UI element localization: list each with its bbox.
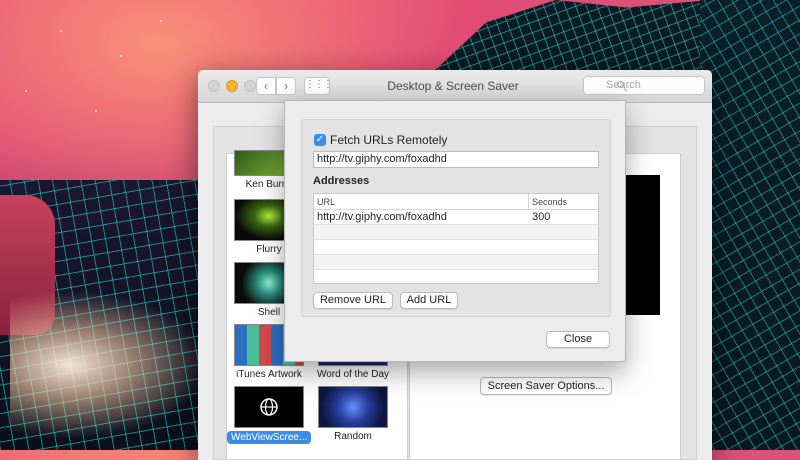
table-row-empty	[314, 240, 598, 255]
wallpaper-hill	[430, 0, 710, 75]
wallpaper-star	[25, 90, 27, 92]
titlebar: ‹ › ⋮⋮⋮ Desktop & Screen Saver Search	[198, 70, 712, 103]
screensaver-label: iTunes Artwork	[236, 369, 302, 380]
wallpaper-headlight	[10, 290, 210, 440]
screensaver-item[interactable]: Random	[311, 386, 395, 442]
forward-button[interactable]: ›	[276, 77, 296, 95]
screensaver-item-selected[interactable]: WebViewScree...	[227, 386, 312, 444]
screensaver-label-selected: WebViewScree...	[227, 431, 312, 444]
column-header-seconds[interactable]: Seconds	[529, 194, 598, 210]
screensaver-label: Word of the Day	[316, 369, 390, 380]
table-row-empty	[314, 255, 598, 270]
row-url: http://tv.giphy.com/foxadhd	[317, 211, 447, 223]
wallpaper-star	[95, 110, 97, 112]
table-row-empty	[314, 270, 598, 283]
wallpaper-star	[160, 20, 162, 22]
wallpaper-star	[120, 55, 122, 57]
table-row-empty	[314, 225, 598, 240]
screen-saver-options-button[interactable]: Screen Saver Options...	[480, 377, 612, 395]
search-field[interactable]: Search	[583, 76, 705, 95]
webview-thumbnail	[234, 386, 304, 428]
back-button[interactable]: ‹	[256, 77, 276, 95]
remote-url-input[interactable]: http://tv.giphy.com/foxadhd	[313, 151, 599, 168]
close-window-icon[interactable]	[208, 80, 220, 92]
minimize-window-icon[interactable]	[226, 80, 238, 92]
screensaver-label: Random	[334, 431, 372, 442]
add-url-button[interactable]: Add URL	[400, 292, 458, 309]
wallpaper-star	[60, 30, 62, 32]
window-title: Desktop & Screen Saver	[387, 79, 519, 93]
table-row[interactable]: http://tv.giphy.com/foxadhd 300	[314, 210, 598, 225]
fetch-urls-checkbox[interactable]: ✓	[314, 134, 326, 146]
preview-display	[624, 175, 660, 315]
random-thumbnail	[318, 386, 388, 428]
remove-url-button[interactable]: Remove URL	[313, 292, 393, 309]
search-icon	[617, 81, 624, 88]
addresses-table[interactable]: URL Seconds http://tv.giphy.com/foxadhd …	[313, 193, 599, 284]
addresses-heading: Addresses	[313, 175, 370, 187]
zoom-window-icon[interactable]	[244, 80, 256, 92]
url-settings-sheet: ✓ Fetch URLs Remotely http://tv.giphy.co…	[284, 100, 626, 362]
fetch-urls-label[interactable]: Fetch URLs Remotely	[330, 133, 447, 147]
column-header-url[interactable]: URL	[314, 194, 529, 210]
close-button[interactable]: Close	[546, 331, 610, 348]
wallpaper-grid-right	[700, 0, 800, 450]
globe-icon	[260, 398, 278, 416]
row-seconds: 300	[532, 211, 551, 223]
show-all-grid-icon[interactable]: ⋮⋮⋮	[304, 77, 333, 95]
